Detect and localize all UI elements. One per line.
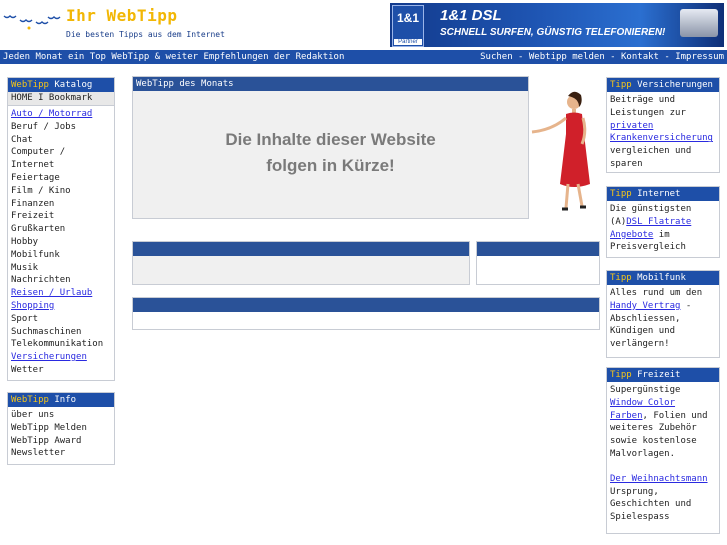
coming-soon-message: Die Inhalte dieser Website folgen in Kür… (133, 127, 528, 179)
navbar-links: Suchen - Webtipp melden - Kontakt - Impr… (480, 52, 724, 62)
tipp-freizeit-box: Tipp Freizeit Supergünstige Window Color… (606, 367, 720, 534)
brand-logo-text: 1&1 (396, 11, 419, 25)
catalog-item[interactable]: Nachrichten (11, 274, 111, 287)
info-list: über uns WebTipp Melden WebTipp Award Ne… (8, 407, 114, 462)
catalog-item[interactable]: Hobby (11, 236, 111, 249)
catalog-item[interactable]: Shopping (11, 300, 111, 313)
coming-soon-line-1: Die Inhalte dieser Website (225, 130, 436, 149)
tipp-text: Alles rund um den (610, 288, 703, 298)
catalog-list: HOME I Bookmark Auto / Motorrad Beruf / J… (8, 92, 114, 379)
tipp-mobilfunk-box: Tipp Mobilfunk Alles rund um den Handy V… (606, 270, 720, 358)
tipp-freizeit-header: Tipp Freizeit (607, 368, 719, 382)
catalog-item[interactable]: Beruf / Jobs (11, 121, 111, 134)
router-icon (680, 9, 718, 37)
info-header-prefix: WebTipp (11, 395, 49, 405)
tipp-text: vergleichen und sparen (610, 146, 692, 169)
catalog-item[interactable]: Auto / Motorrad (11, 108, 111, 121)
tipp-prefix: Tipp (610, 80, 632, 90)
banner-text: SCHNELL SURFEN, GÜNSTIG TELEFONIEREN! (440, 27, 666, 38)
catalog-header: WebTipp Katalog (8, 78, 114, 92)
info-header-title: Info (54, 395, 77, 405)
info-item-newsletter[interactable]: Newsletter (11, 447, 111, 460)
content-box-1 (132, 241, 470, 285)
weihnachtsmann-link[interactable]: Der Weihnachtsmann (610, 474, 708, 484)
tipp-title: Mobilfunk (637, 273, 686, 283)
nav-link-webtipp-melden[interactable]: Webtipp melden (529, 52, 605, 62)
tipp-title: Freizeit (637, 370, 681, 380)
catalog-item[interactable]: Internet (11, 159, 111, 172)
tipp-prefix: Tipp (610, 370, 632, 380)
site-subtitle: Die besten Tipps aus dem Internet (66, 30, 225, 39)
private-krankenversicherung-link[interactable]: privaten Krankenversicherung (610, 121, 713, 144)
tipp-versicherungen-box: Tipp Versicherungen Beiträge und Leistun… (606, 77, 720, 173)
dsl-ad-banner[interactable]: 1&1 Partner 1&1 DSL SCHNELL SURFEN, GÜNS… (390, 3, 724, 47)
info-item-ueber-uns[interactable]: über uns (11, 409, 111, 422)
tipp-mobilfunk-header: Tipp Mobilfunk (607, 271, 719, 285)
nav-separator: - (512, 52, 529, 62)
content-box-2-header (477, 242, 599, 256)
info-item-webtipp-award[interactable]: WebTipp Award (11, 435, 111, 448)
catalog-item[interactable]: Sport (11, 313, 111, 326)
brand-logo: 1&1 Partner (392, 5, 424, 47)
content-box-3-header (133, 298, 599, 312)
tipp-internet-header: Tipp Internet (607, 187, 719, 201)
webtipp-des-monats-box: WebTipp des Monats Die Inhalte dieser We… (132, 76, 529, 219)
webtipp-des-monats-header: WebTipp des Monats (133, 77, 528, 91)
tipp-text: Beiträge und Leistungen zur (610, 95, 686, 118)
tipp-versicherungen-header: Tipp Versicherungen (607, 78, 719, 92)
catalog-item[interactable]: Computer / (11, 146, 111, 159)
catalog-item[interactable]: Film / Kino (11, 185, 111, 198)
handy-vertrag-link[interactable]: Handy Vertrag (610, 301, 680, 311)
site-title[interactable]: Ihr WebTipp (66, 6, 177, 25)
site-header: Ihr WebTipp Die besten Tipps aus dem Int… (0, 0, 727, 50)
catalog-item[interactable]: Finanzen (11, 198, 111, 211)
tipp-prefix: Tipp (610, 189, 632, 199)
birds-logo-icon (3, 15, 61, 30)
tipp-internet-body: Die günstigsten (A)DSL Flatrate Angebote… (607, 201, 719, 256)
content-box-2 (476, 241, 600, 285)
catalog-header-prefix: WebTipp (11, 80, 49, 90)
tipp-title: Versicherungen (637, 80, 713, 90)
catalog-item[interactable]: Suchmaschinen (11, 326, 111, 339)
tipp-title: Internet (637, 189, 681, 199)
coming-soon-line-2: folgen in Kürze! (266, 156, 395, 175)
tipp-freizeit-body: Supergünstige Window Color Farben, Folie… (607, 382, 719, 526)
nav-link-kontakt[interactable]: Kontakt (621, 52, 659, 62)
catalog-item[interactable]: Musik (11, 262, 111, 275)
catalog-box: WebTipp Katalog HOME I Bookmark Auto / M… (7, 77, 115, 381)
catalog-item[interactable]: Mobilfunk (11, 249, 111, 262)
catalog-item[interactable]: Grußkarten (11, 223, 111, 236)
banner-headline: 1&1 DSL (440, 7, 502, 24)
tipp-versicherungen-body: Beiträge und Leistungen zur privaten Kra… (607, 92, 719, 173)
top-navbar: Jeden Monat ein Top WebTipp & weiter Emp… (0, 50, 727, 64)
info-item-webtipp-melden[interactable]: WebTipp Melden (11, 422, 111, 435)
catalog-item[interactable]: Feiertage (11, 172, 111, 185)
catalog-item[interactable]: Reisen / Urlaub (11, 287, 111, 300)
info-header: WebTipp Info (8, 393, 114, 407)
tipp-mobilfunk-body: Alles rund um den Handy Vertrag - Abschl… (607, 285, 719, 353)
nav-separator: - (604, 52, 622, 62)
catalog-item[interactable]: Wetter (11, 364, 111, 377)
tipp-text: Supergünstige (610, 385, 681, 395)
tipp-text: Ursprung, Geschichten und Spielespass (610, 486, 692, 523)
content-box-1-header (133, 242, 469, 256)
catalog-item[interactable]: Versicherungen (11, 351, 111, 364)
nav-separator: - (658, 52, 676, 62)
catalog-item[interactable]: Freizeit (11, 210, 111, 223)
home-bookmark-link[interactable]: HOME I Bookmark (8, 92, 114, 106)
catalog-item[interactable]: Telekommunikation (11, 338, 111, 351)
tipp-prefix: Tipp (610, 273, 632, 283)
catalog-header-title: Katalog (54, 80, 93, 90)
partner-label: Partner (394, 39, 422, 45)
content-box-3 (132, 297, 600, 330)
info-box: WebTipp Info über uns WebTipp Melden Web… (7, 392, 115, 465)
navbar-tagline: Jeden Monat ein Top WebTipp & weiter Emp… (3, 52, 345, 62)
nav-link-impressum[interactable]: Impressum (675, 52, 724, 62)
nav-link-suchen[interactable]: Suchen (480, 52, 513, 62)
catalog-item[interactable]: Chat (11, 134, 111, 147)
woman-figure-image (531, 91, 590, 211)
tipp-internet-box: Tipp Internet Die günstigsten (A)DSL Fla… (606, 186, 720, 258)
